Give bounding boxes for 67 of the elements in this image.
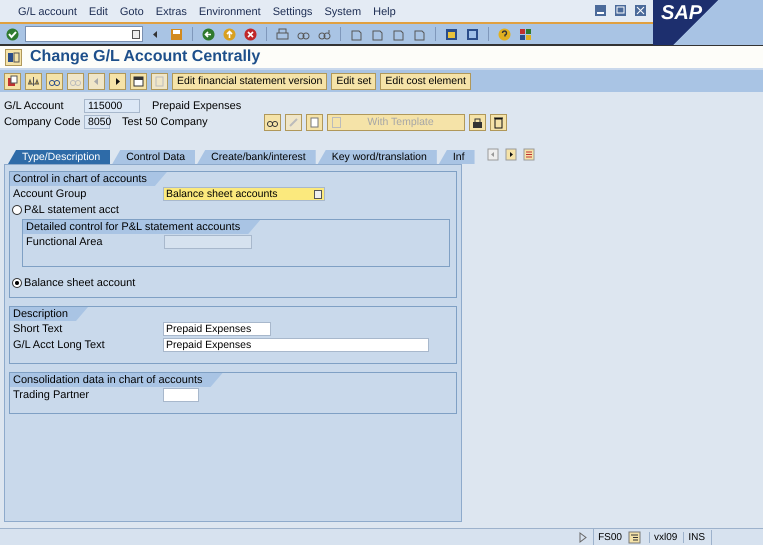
tab[interactable]: Key word/translation	[318, 150, 437, 164]
field-label: Functional Area	[26, 236, 104, 248]
field-label: G/L Account	[4, 100, 65, 112]
back-icon[interactable]	[200, 26, 217, 42]
menu-item[interactable]: G/L account	[12, 6, 83, 18]
field-label: Trading Partner	[13, 389, 90, 401]
menu-icon[interactable]	[5, 48, 22, 66]
toolbar-button[interactable]: Edit set	[331, 72, 376, 90]
enter-icon[interactable]	[4, 26, 21, 42]
minimize-icon[interactable]	[592, 2, 609, 19]
calendar-icon[interactable]	[130, 72, 147, 90]
radio-label: P&L statement acct	[24, 204, 119, 216]
group-title: Detailed control for P&L statement accounts	[23, 220, 260, 234]
maximize-icon[interactable]	[612, 2, 629, 19]
tab[interactable]: Control Data	[112, 150, 196, 164]
input-field[interactable]: Prepaid Expenses	[163, 338, 429, 352]
group-title: Description	[10, 307, 88, 321]
field-description: Prepaid Expenses	[152, 100, 242, 112]
field-description: Test 50 Company	[122, 116, 209, 128]
input-field[interactable]: 115000	[84, 99, 140, 113]
help-icon[interactable]	[496, 26, 513, 42]
menu-item[interactable]: Settings	[266, 6, 318, 18]
scales-icon[interactable]	[25, 72, 42, 90]
radio-label: Balance sheet account	[24, 277, 136, 289]
next-icon[interactable]	[109, 72, 126, 90]
command-field[interactable]	[25, 26, 143, 42]
lock-icon[interactable]	[469, 114, 486, 130]
close-icon[interactable]	[632, 2, 649, 19]
menu-item[interactable]: Edit	[82, 6, 114, 18]
radio-button[interactable]	[12, 205, 22, 215]
dropdown-field[interactable]: Balance sheet accounts	[163, 187, 325, 201]
menu-item[interactable]: System	[318, 6, 368, 18]
input-field[interactable]: Prepaid Expenses	[163, 322, 271, 336]
field-label: Account Group	[13, 188, 88, 200]
sap-logo: SAP	[653, 0, 763, 45]
user-name: vxl09	[648, 532, 682, 542]
group-title: Control in chart of accounts	[10, 172, 167, 186]
menu-item[interactable]: Extras	[150, 6, 193, 18]
menu-item[interactable]: Environment	[192, 6, 267, 18]
dropdown-icon[interactable]	[314, 190, 322, 198]
group-title: Consolidation data in chart of accounts	[10, 373, 223, 387]
insert-mode: INS	[683, 532, 709, 542]
transaction-code: FS00	[598, 532, 622, 542]
glasses-icon[interactable]	[46, 72, 63, 90]
menu-item[interactable]: Goto	[114, 6, 150, 18]
history-icon[interactable]	[132, 30, 140, 38]
field-label: Company Code	[4, 116, 82, 128]
tree-icon[interactable]	[626, 528, 643, 545]
glasses-icon[interactable]	[264, 114, 281, 130]
document-icon[interactable]	[4, 72, 21, 90]
print-icon[interactable]	[274, 26, 291, 42]
input-field[interactable]: 8050	[84, 115, 110, 129]
tab[interactable]: Create/bank/interest	[197, 150, 316, 164]
cancel-icon[interactable]	[242, 26, 259, 42]
radio-button[interactable]	[12, 278, 22, 288]
screen-title: Change G/L Account Centrally	[30, 48, 260, 66]
page-icon	[332, 116, 341, 128]
toolbar-button[interactable]: Edit cost element	[380, 72, 471, 90]
menu-item[interactable]: Help	[367, 6, 402, 18]
field-label: G/L Acct Long Text	[13, 339, 106, 351]
trash-icon[interactable]	[490, 114, 507, 130]
input-field[interactable]	[163, 388, 199, 402]
field-label: Short Text	[13, 323, 64, 335]
tab[interactable]: Type/Description	[8, 150, 110, 164]
toolbar-button[interactable]: Edit financial statement version	[172, 72, 328, 90]
page-icon[interactable]	[306, 114, 323, 130]
tab[interactable]: Inf	[438, 150, 475, 164]
